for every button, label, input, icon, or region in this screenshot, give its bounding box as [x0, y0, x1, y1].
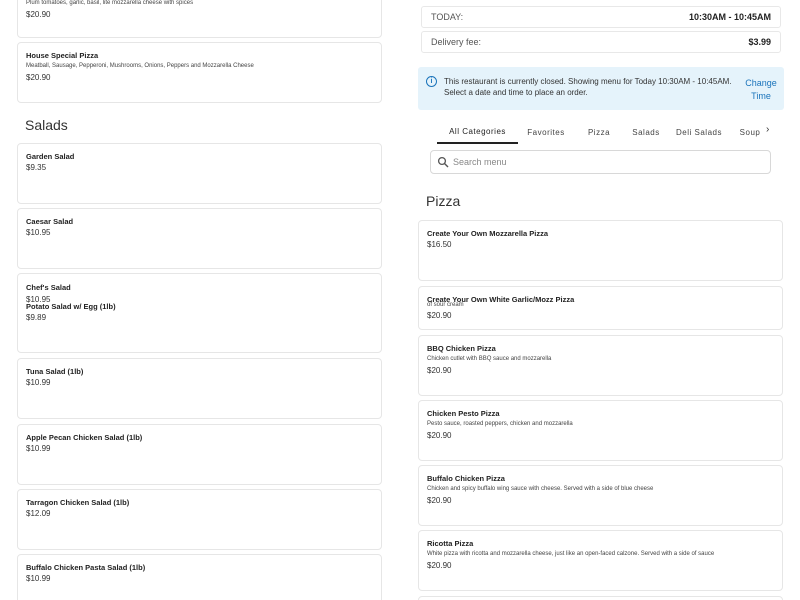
item-description: Meatball, Sausage, Pepperoni, Mushrooms,…: [26, 63, 254, 69]
tab-salads[interactable]: Salads: [624, 120, 668, 144]
tab-all-categories[interactable]: All Categories: [437, 120, 518, 144]
item-name: Chicken Pesto Pizza: [427, 409, 500, 418]
menu-item-card[interactable]: Chef's Salad $10.95 Potato Salad w/ Egg …: [17, 273, 382, 353]
item-name: House Special Pizza: [26, 51, 99, 60]
item-description: Chicken and spicy buffalo wing sauce wit…: [427, 486, 654, 492]
item-price: $20.90: [427, 561, 452, 570]
item-price: $20.90: [427, 431, 452, 440]
item-price: $20.90: [26, 10, 51, 19]
item-description: Plum tomatoes, garlic, basil, lite mozza…: [26, 0, 194, 6]
menu-item-card[interactable]: Create Your Own White Garlic/Mozz Pizza …: [418, 286, 783, 330]
menu-item-card[interactable]: Tuna Salad (1lb) $10.99: [17, 358, 382, 419]
item-name: Chef's Salad: [26, 283, 71, 292]
item-price: $10.99: [26, 574, 51, 583]
chevron-right-icon[interactable]: ›: [766, 124, 769, 135]
item-price: $10.95: [26, 295, 51, 304]
hours-value: 10:30AM - 10:45AM: [688, 12, 771, 22]
item-description: of sour cream: [427, 302, 464, 308]
item-price: $16.50: [427, 240, 452, 249]
item-name: Ricotta Pizza: [427, 539, 474, 548]
item-price: $10.95: [26, 228, 51, 237]
item-name: Tuna Salad (1lb): [26, 367, 84, 376]
item-name: Garden Salad: [26, 152, 75, 161]
search-input[interactable]: [453, 154, 763, 170]
info-icon: i: [426, 76, 437, 87]
item-price: $9.89: [26, 313, 47, 322]
item-name: Buffalo Chicken Pizza: [427, 474, 505, 483]
delivery-fee-value: $3.99: [748, 37, 771, 47]
hours-label: TODAY:: [431, 12, 464, 22]
item-name: Apple Pecan Chicken Salad (1lb): [26, 433, 143, 442]
delivery-fee-row: Delivery fee: $3.99: [421, 31, 781, 53]
item-description: Chicken cutlet with BBQ sauce and mozzar…: [427, 356, 552, 362]
item-description: Pesto sauce, roasted peppers, chicken an…: [427, 421, 573, 427]
section-title-pizza: Pizza: [426, 193, 461, 209]
tab-pizza[interactable]: Pizza: [574, 120, 624, 144]
delivery-fee-label: Delivery fee:: [431, 37, 482, 47]
item-price: $20.90: [427, 496, 452, 505]
closed-notice-text: This restaurant is currently closed. Sho…: [444, 77, 732, 97]
item-description: White pizza with ricotta and mozzarella …: [427, 551, 715, 557]
menu-item-card[interactable]: Ricotta Pizza White pizza with ricotta a…: [418, 530, 783, 591]
menu-item-card[interactable]: Chicken Pesto Pizza Pesto sauce, roasted…: [418, 400, 783, 461]
menu-item-card[interactable]: [418, 596, 783, 600]
item-price: $20.90: [427, 366, 452, 375]
change-time-button[interactable]: Change Time: [740, 77, 782, 103]
item-price: $20.90: [427, 311, 452, 320]
item-name: Caesar Salad: [26, 217, 74, 226]
menu-item-card[interactable]: Buffalo Chicken Pasta Salad (1lb) $10.99: [17, 554, 382, 600]
menu-item-card[interactable]: Garden Salad $9.35: [17, 143, 382, 204]
menu-item-card[interactable]: Create Your Own Mozzarella Pizza $16.50: [418, 220, 783, 281]
item-name: Potato Salad w/ Egg (1lb): [26, 302, 116, 311]
search-box: [430, 150, 771, 174]
item-name: Buffalo Chicken Pasta Salad (1lb): [26, 563, 146, 572]
item-price: $10.99: [26, 444, 51, 453]
menu-item-card[interactable]: Plum tomatoes, garlic, basil, lite mozza…: [17, 0, 382, 38]
change-time-label-line1: Change: [745, 78, 777, 88]
section-title-salads: Salads: [25, 117, 68, 133]
menu-item-card[interactable]: House Special Pizza Meatball, Sausage, P…: [17, 42, 382, 103]
tab-deli-salads[interactable]: Deli Salads: [668, 120, 730, 144]
menu-item-card[interactable]: Buffalo Chicken Pizza Chicken and spicy …: [418, 465, 783, 526]
menu-item-card[interactable]: BBQ Chicken Pizza Chicken cutlet with BB…: [418, 335, 783, 396]
change-time-label-line2: Time: [751, 91, 771, 101]
search-icon: [437, 156, 449, 168]
item-name: BBQ Chicken Pizza: [427, 344, 496, 353]
hours-row: TODAY: 10:30AM - 10:45AM: [421, 6, 781, 28]
item-price: $12.09: [26, 509, 51, 518]
item-price: $10.99: [26, 378, 51, 387]
item-price: $20.90: [26, 73, 51, 82]
menu-item-card[interactable]: Apple Pecan Chicken Salad (1lb) $10.99: [17, 424, 382, 485]
category-tabs: All Categories Favorites Pizza Salads De…: [437, 120, 770, 144]
item-name: Create Your Own Mozzarella Pizza: [427, 229, 549, 238]
tab-favorites[interactable]: Favorites: [518, 120, 574, 144]
item-price: $9.35: [26, 163, 47, 172]
item-name: Tarragon Chicken Salad (1lb): [26, 498, 130, 507]
closed-notice: i This restaurant is currently closed. S…: [418, 67, 784, 110]
menu-item-card[interactable]: Tarragon Chicken Salad (1lb) $12.09: [17, 489, 382, 550]
menu-item-card[interactable]: Caesar Salad $10.95: [17, 208, 382, 269]
